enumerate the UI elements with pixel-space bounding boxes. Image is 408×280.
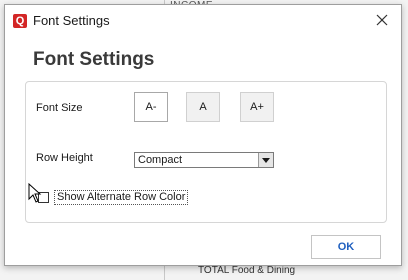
- row-height-label: Row Height: [36, 152, 93, 164]
- font-size-increase-button[interactable]: A+: [240, 92, 274, 122]
- alternate-row-color-label[interactable]: Show Alternate Row Color: [54, 189, 189, 205]
- font-size-decrease-button[interactable]: A-: [134, 92, 168, 122]
- window-title: Font Settings: [33, 13, 110, 28]
- font-size-normal-button[interactable]: A: [186, 92, 220, 122]
- row-height-select[interactable]: Compact: [134, 152, 274, 168]
- settings-panel: Font Size A- A A+ Row Height Compact Sho…: [25, 81, 387, 223]
- mouse-cursor-icon: [28, 183, 42, 203]
- row-height-value: Compact: [138, 154, 183, 166]
- close-button[interactable]: [369, 9, 395, 31]
- close-icon: [376, 14, 388, 26]
- app-logo-icon: Q: [13, 14, 27, 28]
- ok-button[interactable]: OK: [311, 235, 381, 259]
- font-size-label: Font Size: [36, 102, 83, 114]
- alternate-row-color-option[interactable]: Show Alternate Row Color: [38, 189, 189, 205]
- background-total-row-text: TOTAL Food & Dining: [198, 265, 296, 276]
- dialog-titlebar: Q Font Settings: [5, 5, 401, 35]
- font-settings-dialog: Q Font Settings Font Settings Font Size …: [4, 4, 402, 266]
- dropdown-arrow-icon[interactable]: [258, 153, 273, 167]
- dialog-heading: Font Settings: [33, 49, 155, 70]
